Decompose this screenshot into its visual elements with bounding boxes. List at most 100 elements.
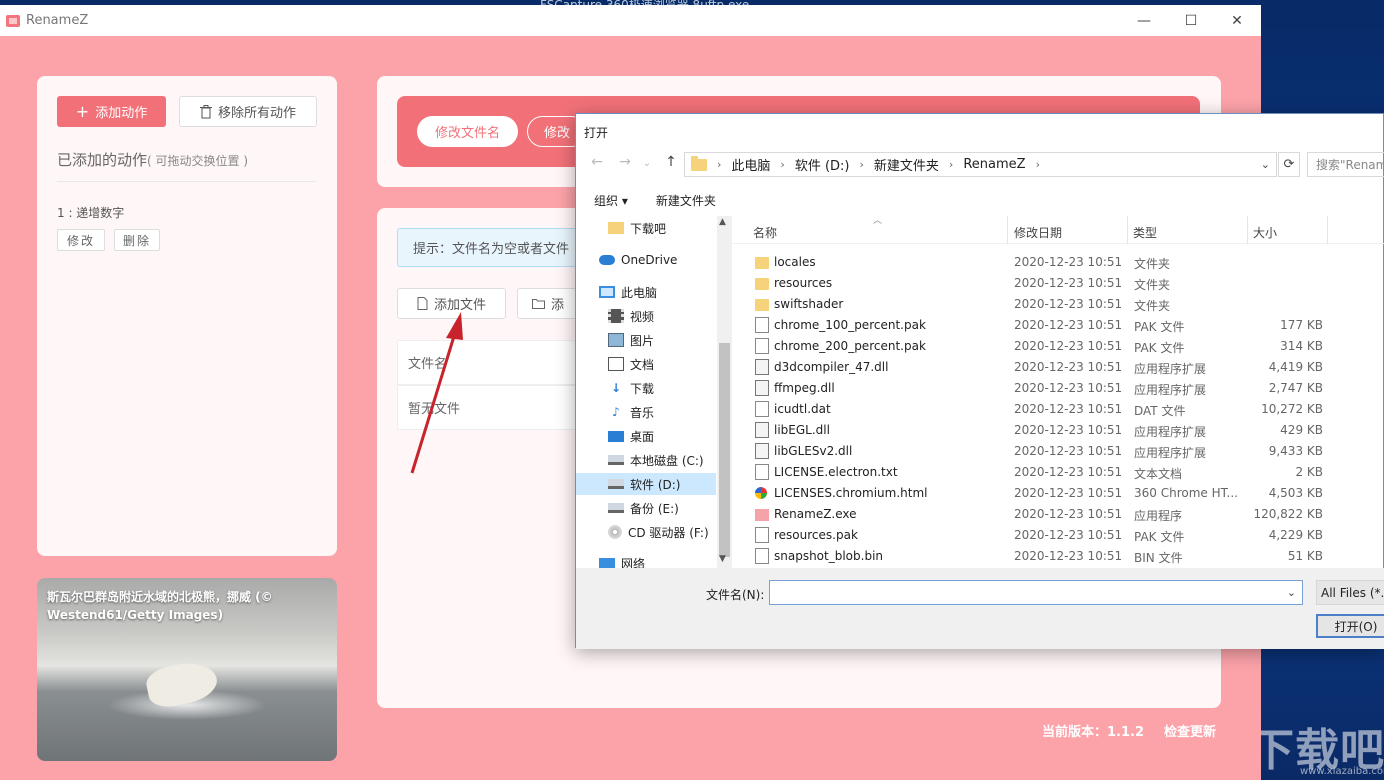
download-icon: ↓: [610, 381, 622, 395]
file-row[interactable]: LICENSES.chromium.html 2020-12-23 10:51 36…: [733, 483, 1373, 504]
organize-menu[interactable]: 组织 ▾: [594, 192, 628, 209]
nav-item-drive-d[interactable]: 软件 (D:): [576, 473, 716, 495]
close-button[interactable]: ✕: [1214, 5, 1260, 36]
folder-outline-icon: [532, 299, 545, 309]
file-type-filter[interactable]: All Files (*.*): [1316, 580, 1384, 605]
file-row[interactable]: swiftshader 2020-12-23 10:51 文件夹: [733, 294, 1373, 315]
chevron-down-icon[interactable]: ⌄: [1261, 158, 1270, 171]
nav-item-drive-c[interactable]: 本地磁盘 (C:): [608, 449, 704, 471]
actions-panel: + 添加动作 移除所有动作 已添加的动作( 可拖动交换位置 ) 1 : 递增数字…: [37, 76, 337, 556]
nav-scrollbar-thumb[interactable]: [719, 343, 730, 557]
breadcrumb-new-folder[interactable]: 新建文件夹: [874, 155, 939, 174]
tab-rename-files[interactable]: 修改文件名: [417, 116, 518, 147]
file-date: 2020-12-23 10:51: [1014, 360, 1123, 374]
chevron-down-icon[interactable]: ⌄: [1287, 586, 1296, 599]
file-row[interactable]: resources.pak 2020-12-23 10:51 PAK 文件 4,229…: [733, 525, 1373, 546]
action-item[interactable]: 1 : 递增数字: [57, 204, 124, 221]
dll-file-icon: [755, 380, 769, 396]
nav-item-videos[interactable]: 视频: [608, 305, 654, 327]
file-row[interactable]: chrome_200_percent.pak 2020-12-23 10:51 PA…: [733, 336, 1373, 357]
app-exe-icon: [755, 509, 769, 521]
file-icon: [755, 527, 769, 543]
column-divider[interactable]: [1127, 216, 1128, 244]
file-row[interactable]: chrome_100_percent.pak 2020-12-23 10:51 PA…: [733, 315, 1373, 336]
file-size: 2 KB: [1295, 465, 1323, 479]
up-button[interactable]: ↑: [660, 154, 682, 170]
nav-item-music[interactable]: ♪ 音乐: [608, 401, 654, 423]
check-update-link[interactable]: 检查更新: [1164, 721, 1216, 740]
add-action-label: 添加动作: [95, 106, 148, 121]
file-row[interactable]: RenameZ.exe 2020-12-23 10:51 应用程序 120,822 K…: [733, 504, 1373, 525]
recent-locations-button[interactable]: ⌄: [636, 158, 658, 169]
nav-item-onedrive[interactable]: OneDrive: [599, 249, 677, 271]
nav-item-network[interactable]: 网络: [599, 552, 645, 569]
refresh-button[interactable]: ⟳: [1278, 152, 1300, 177]
minimize-button[interactable]: —: [1121, 5, 1167, 36]
music-icon: ♪: [612, 405, 620, 419]
breadcrumb-drive-d[interactable]: 软件 (D:): [795, 155, 850, 174]
search-input[interactable]: 搜索"RenameZ": [1307, 152, 1384, 177]
file-type: 360 Chrome HT...: [1134, 486, 1238, 500]
file-row[interactable]: LICENSE.electron.txt 2020-12-23 10:51 文本文档…: [733, 462, 1373, 483]
file-icon: [755, 317, 769, 333]
column-divider[interactable]: [1007, 216, 1008, 244]
forward-button[interactable]: →: [614, 154, 636, 170]
nav-item-cd-drive[interactable]: CD 驱动器 (F:): [608, 521, 709, 543]
nav-item-download[interactable]: ↓ 下载: [608, 377, 654, 399]
add-file-button[interactable]: 添加文件: [397, 288, 506, 319]
nav-item-this-pc[interactable]: 此电脑: [599, 281, 657, 303]
file-row[interactable]: icudtl.dat 2020-12-23 10:51 DAT 文件 10,272 K…: [733, 399, 1373, 420]
file-row[interactable]: resources 2020-12-23 10:51 文件夹: [733, 273, 1373, 294]
file-size: 4,229 KB: [1268, 528, 1323, 542]
nav-item-documents[interactable]: 文档: [608, 353, 654, 375]
file-row[interactable]: libEGL.dll 2020-12-23 10:51 应用程序扩展 429 KB: [733, 420, 1373, 441]
file-name: chrome_200_percent.pak: [774, 339, 926, 353]
nav-item-drive-e[interactable]: 备份 (E:): [608, 497, 679, 519]
remove-all-actions-button[interactable]: 移除所有动作: [179, 96, 317, 127]
watermark-url: www.xiazaiba.com: [1300, 766, 1384, 777]
address-bar[interactable]: › 此电脑 › 软件 (D:) › 新建文件夹 › RenameZ › ⌄: [684, 152, 1277, 177]
delete-action-button[interactable]: 删除: [114, 229, 160, 251]
file-name: d3dcompiler_47.dll: [774, 360, 889, 374]
back-button[interactable]: ←: [586, 154, 608, 170]
column-name[interactable]: 名称: [753, 224, 777, 241]
nav-item-downloads-site[interactable]: 下载吧: [608, 217, 666, 239]
file-row[interactable]: d3dcompiler_47.dll 2020-12-23 10:51 应用程序扩展…: [733, 357, 1373, 378]
edit-action-button[interactable]: 修改: [57, 229, 105, 251]
column-type[interactable]: 类型: [1133, 224, 1157, 241]
maximize-button[interactable]: ☐: [1168, 5, 1214, 36]
nav-label: OneDrive: [621, 253, 678, 267]
column-divider[interactable]: [1327, 216, 1328, 244]
file-row[interactable]: snapshot_blob.bin 2020-12-23 10:51 BIN 文件 5…: [733, 546, 1373, 567]
drive-icon: [608, 503, 624, 513]
nav-label: 备份 (E:): [630, 501, 679, 516]
file-row[interactable]: ffmpeg.dll 2020-12-23 10:51 应用程序扩展 2,747 KB: [733, 378, 1373, 399]
file-row[interactable]: locales 2020-12-23 10:51 文件夹: [733, 252, 1373, 273]
nav-label: 本地磁盘 (C:): [630, 453, 704, 468]
new-folder-button[interactable]: 新建文件夹: [656, 192, 716, 209]
nav-item-desktop[interactable]: 桌面: [608, 425, 654, 447]
file-size: 9,433 KB: [1268, 444, 1323, 458]
file-name: snapshot_blob.bin: [774, 549, 884, 563]
nav-label: 下载吧: [630, 221, 667, 236]
nav-label: CD 驱动器 (F:): [628, 525, 709, 540]
add-action-button[interactable]: + 添加动作: [57, 96, 166, 127]
open-file-dialog: 打开 ← → ⌄ ↑ › 此电脑 › 软件 (D:) › 新建文件夹 › Ren…: [575, 113, 1384, 649]
nav-item-pictures[interactable]: 图片: [608, 329, 654, 351]
file-date: 2020-12-23 10:51: [1014, 318, 1123, 332]
scroll-up-icon[interactable]: ▲: [719, 217, 726, 227]
breadcrumb-renamez[interactable]: RenameZ: [963, 157, 1025, 172]
file-row[interactable]: libGLESv2.dll 2020-12-23 10:51 应用程序扩展 9,433…: [733, 441, 1373, 462]
filename-input[interactable]: ⌄: [769, 580, 1303, 605]
computer-icon: [599, 286, 615, 298]
file-size: 4,503 KB: [1268, 486, 1323, 500]
breadcrumb-this-pc[interactable]: 此电脑: [731, 155, 770, 174]
dialog-toolbar: 组织 ▾ 新建文件夹: [576, 186, 1384, 214]
column-date[interactable]: 修改日期: [1014, 224, 1062, 241]
scroll-down-icon[interactable]: ▼: [719, 554, 726, 564]
column-size[interactable]: 大小: [1253, 224, 1277, 241]
open-button[interactable]: 打开(O): [1316, 614, 1384, 638]
column-divider[interactable]: [1247, 216, 1248, 244]
file-date: 2020-12-23 10:51: [1014, 549, 1123, 563]
file-name: libEGL.dll: [774, 423, 830, 437]
